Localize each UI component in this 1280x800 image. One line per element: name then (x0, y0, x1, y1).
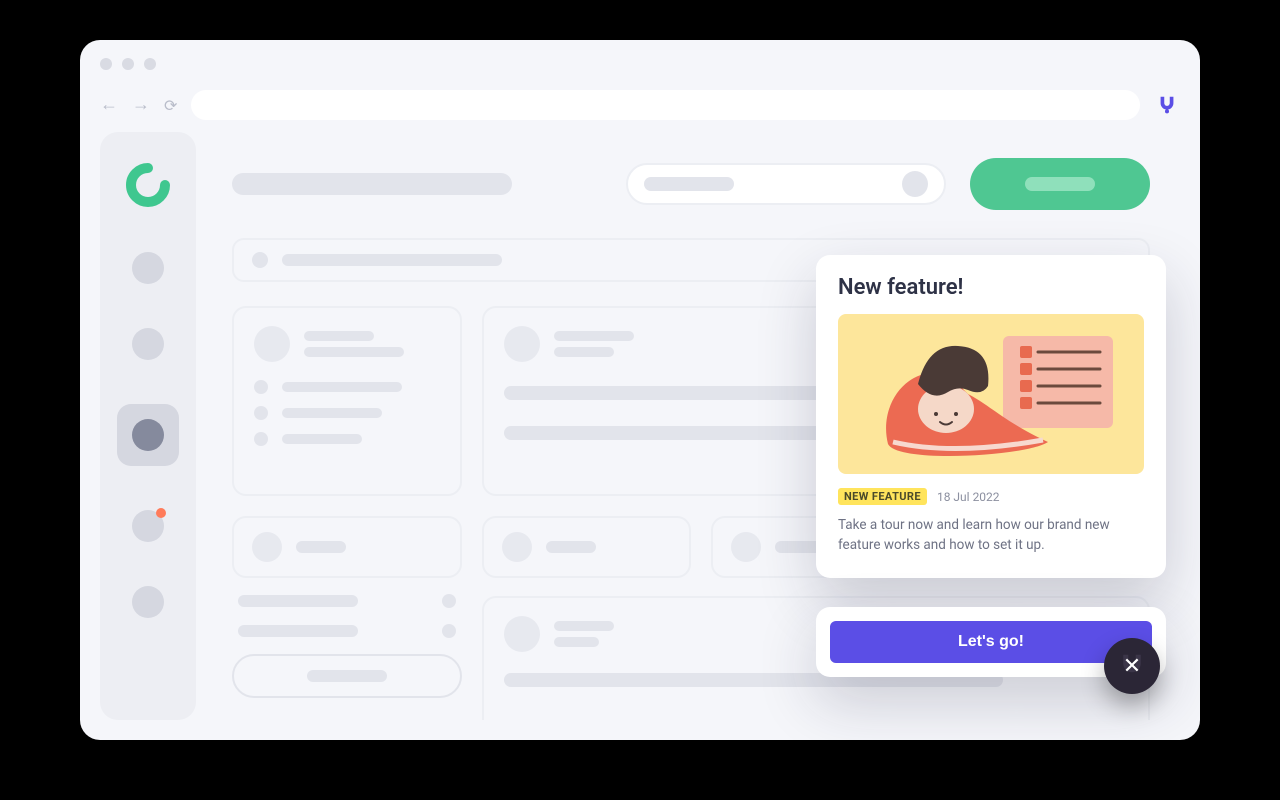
app-logo-icon (125, 162, 171, 208)
sidebar-item[interactable] (132, 252, 164, 284)
announcement-date: 18 Jul 2022 (937, 490, 1000, 504)
traffic-dot (144, 58, 156, 70)
announcement-tag: NEW FEATURE (838, 488, 927, 505)
header-row (232, 158, 1150, 210)
url-bar[interactable] (191, 90, 1140, 120)
close-icon: ✕ (1123, 654, 1141, 679)
lets-go-button[interactable]: Let's go! (830, 621, 1152, 663)
announcement-description: Take a tour now and learn how our brand … (838, 515, 1144, 556)
browser-toolbar: ← → ⟳ (100, 88, 1180, 122)
close-button[interactable]: ✕ (1104, 638, 1160, 694)
traffic-dot (100, 58, 112, 70)
summary-card (232, 306, 462, 496)
announcement-title: New feature! (838, 275, 1144, 300)
sidebar-item[interactable] (132, 328, 164, 360)
search-input[interactable] (626, 163, 946, 205)
back-icon[interactable]: ← (100, 96, 118, 114)
primary-action-button[interactable] (970, 158, 1150, 210)
browser-window: ← → ⟳ (80, 40, 1200, 740)
placeholder-skeleton (644, 177, 734, 191)
sidebar-item-active[interactable] (117, 404, 179, 466)
avatar (902, 171, 928, 197)
list-card (232, 516, 462, 578)
sidebar (100, 132, 196, 720)
stat-card (482, 516, 691, 578)
forward-icon[interactable]: → (132, 96, 150, 114)
window-traffic-lights (100, 58, 156, 70)
sidebar-item[interactable] (132, 510, 164, 542)
notification-badge (156, 508, 166, 518)
announcement-illustration (838, 314, 1144, 474)
page-title-skeleton (232, 173, 512, 195)
brand-icon (1154, 92, 1180, 118)
traffic-dot (122, 58, 134, 70)
reload-icon[interactable]: ⟳ (164, 96, 177, 115)
sidebar-item[interactable] (132, 586, 164, 618)
announcement-popover: New feature! NEW FEATURE 18 Jul 2022 T (816, 255, 1166, 578)
nav-arrows: ← → ⟳ (100, 96, 177, 115)
secondary-button[interactable] (232, 654, 462, 698)
